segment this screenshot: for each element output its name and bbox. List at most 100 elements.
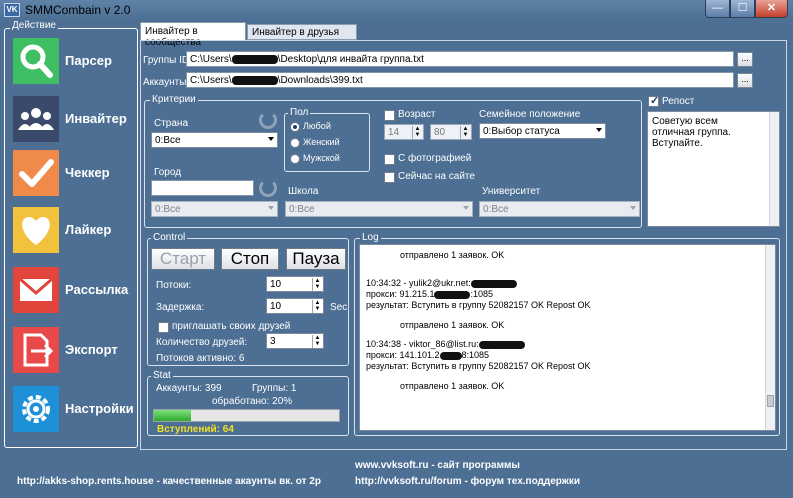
forum-link[interactable]: http://vvksoft.ru/forum - форум тех.подд… [355, 476, 580, 487]
stepper-arrows-icon: ▲ ▼ [312, 335, 322, 348]
tab-inviter-community[interactable]: Инвайтер в сообщества [140, 22, 246, 48]
delay-unit: Sec [330, 302, 348, 313]
repost-textarea[interactable]: Советую всем отличная группа. Вступайте. [647, 111, 780, 227]
accounts-path-suffix: \Downloads\399.txt [277, 75, 363, 86]
active-threads-text: Потоков активно: 6 [156, 353, 245, 364]
city-select[interactable]: 0:Все [151, 201, 278, 217]
sidebar-item-inviter[interactable]: Инвайтер [13, 96, 137, 142]
checkmark-icon [13, 150, 59, 196]
redacted-username [231, 54, 278, 64]
log-line: прокси: 141.101.2 8:1085 [366, 350, 489, 361]
groups-label: Группы ID [143, 55, 190, 66]
site-link[interactable]: www.vvksoft.ru - сайт программы [355, 460, 520, 471]
age-label: Возраст [398, 109, 436, 120]
city-label: Город [154, 167, 182, 178]
export-icon [13, 327, 59, 373]
stat-accounts: Аккаунты: 399 [156, 383, 222, 394]
log-line: отправлено 1 заявок. OK [400, 381, 505, 391]
log-line: отправлено 1 заявок. OK [400, 250, 505, 260]
sidebar-item-mailing[interactable]: Рассылка [13, 267, 137, 313]
sidebar-item-export[interactable]: Экспорт [13, 327, 137, 373]
log-scrollbar[interactable] [765, 245, 775, 430]
sidebar-item-label: Чеккер [65, 165, 110, 180]
chevron-down-icon [463, 206, 469, 210]
sidebar-item-liker[interactable]: Лайкер [13, 207, 137, 253]
age-from-stepper[interactable]: 14 ▲ ▼ [384, 124, 424, 140]
online-now-label: Сейчас на сайте [398, 171, 475, 182]
criteria-legend: Критерии [150, 94, 198, 105]
groups-file-input[interactable]: C:\Users\ \Desktop\для инвайта группа.txt [186, 51, 734, 67]
log-text: прокси: 91.215.1 [366, 289, 435, 299]
marital-select[interactable]: 0:Выбор статуса [479, 123, 606, 139]
gender-male-label: Мужской [303, 153, 340, 163]
accounts-file-input[interactable]: C:\Users\ \Downloads\399.txt [186, 72, 734, 88]
repost-label: Репост [662, 96, 695, 107]
delay-stepper[interactable]: 10 ▲ ▼ [266, 298, 324, 314]
country-select[interactable]: 0:Все [151, 132, 278, 148]
pause-button[interactable]: Пауза [286, 248, 346, 270]
progress-bar [153, 409, 340, 422]
chevron-down-icon [596, 128, 602, 132]
mail-icon [13, 267, 59, 313]
log-text: прокси: 141.101.2 [366, 350, 440, 360]
age-checkbox[interactable] [384, 110, 395, 121]
redacted-text [439, 351, 462, 360]
stat-legend: Stat [151, 370, 173, 381]
tab-inviter-friends[interactable]: Инвайтер в друзья [247, 24, 357, 40]
start-button[interactable]: Старт [151, 248, 215, 270]
threads-label: Потоки: [156, 280, 192, 291]
log-text: 8:1085 [461, 350, 490, 360]
stat-groups: Группы: 1 [252, 383, 297, 394]
users-icon [13, 96, 59, 142]
sidebar-item-parser[interactable]: Парсер [13, 38, 137, 84]
log-line: 10:34:38 - viktor_86@list.ru: [366, 339, 525, 350]
sidebar-item-settings[interactable]: Настройки [13, 386, 137, 432]
repost-text-line: Советую всем [652, 116, 718, 127]
scrollbar-thumb[interactable] [767, 395, 774, 407]
city-input[interactable] [151, 180, 254, 196]
university-label: Университет [482, 186, 541, 197]
threads-stepper[interactable]: 10 ▲ ▼ [266, 276, 324, 292]
city-select-value: 0:Все [155, 204, 181, 215]
sidebar-item-checker[interactable]: Чеккер [13, 150, 137, 196]
window-title: SMMCombain v 2.0 [25, 3, 131, 17]
online-now-checkbox[interactable] [384, 172, 395, 183]
shop-link[interactable]: http://akks-shop.rents.house - качествен… [17, 476, 321, 487]
invite-friends-checkbox[interactable] [158, 322, 169, 333]
friends-count-stepper[interactable]: 3 ▲ ▼ [266, 333, 324, 349]
with-photo-checkbox[interactable] [384, 154, 395, 165]
chevron-down-icon [630, 206, 636, 210]
gender-female-label: Женский [303, 137, 340, 147]
sidebar-item-label: Лайкер [65, 222, 112, 237]
close-button[interactable]: ✕ [755, 0, 788, 18]
refresh-city-icon[interactable] [259, 179, 277, 197]
log-line: результат: Вступить в группу 52082157 OK… [366, 300, 591, 310]
repost-checkbox[interactable] [648, 94, 659, 107]
university-select[interactable]: 0:Все [479, 201, 640, 217]
chevron-down-icon [268, 206, 274, 210]
groups-browse-button[interactable]: ... [737, 52, 753, 67]
log-legend: Log [360, 232, 381, 243]
minimize-button[interactable]: — [705, 0, 730, 18]
sidebar-item-label: Экспорт [65, 342, 118, 357]
threads-value: 10 [270, 279, 282, 290]
maximize-button[interactable]: ☐ [730, 0, 755, 18]
stop-button[interactable]: Стоп [221, 248, 279, 270]
heart-icon [13, 207, 59, 253]
gender-any-radio[interactable] [290, 122, 300, 132]
redacted-text [478, 340, 525, 349]
accounts-browse-button[interactable]: ... [737, 73, 753, 88]
log-output[interactable]: отправлено 1 заявок. OK 10:34:32 - yulik… [359, 244, 776, 431]
delay-label: Задержка: [156, 302, 205, 313]
joined-count: Вступлений: 64 [157, 424, 234, 435]
gender-female-radio[interactable] [290, 138, 300, 148]
stepper-arrows-icon: ▲ ▼ [312, 278, 322, 291]
school-select[interactable]: 0:Все [285, 201, 473, 217]
age-to-stepper[interactable]: 80 ▲ ▼ [430, 124, 472, 140]
sidebar-item-label: Парсер [65, 53, 112, 68]
repost-scrollbar[interactable] [769, 112, 779, 226]
gender-male-radio[interactable] [290, 154, 300, 164]
marital-label: Семейное положение [479, 109, 581, 120]
refresh-country-icon[interactable] [259, 111, 277, 129]
redacted-text [434, 290, 471, 299]
